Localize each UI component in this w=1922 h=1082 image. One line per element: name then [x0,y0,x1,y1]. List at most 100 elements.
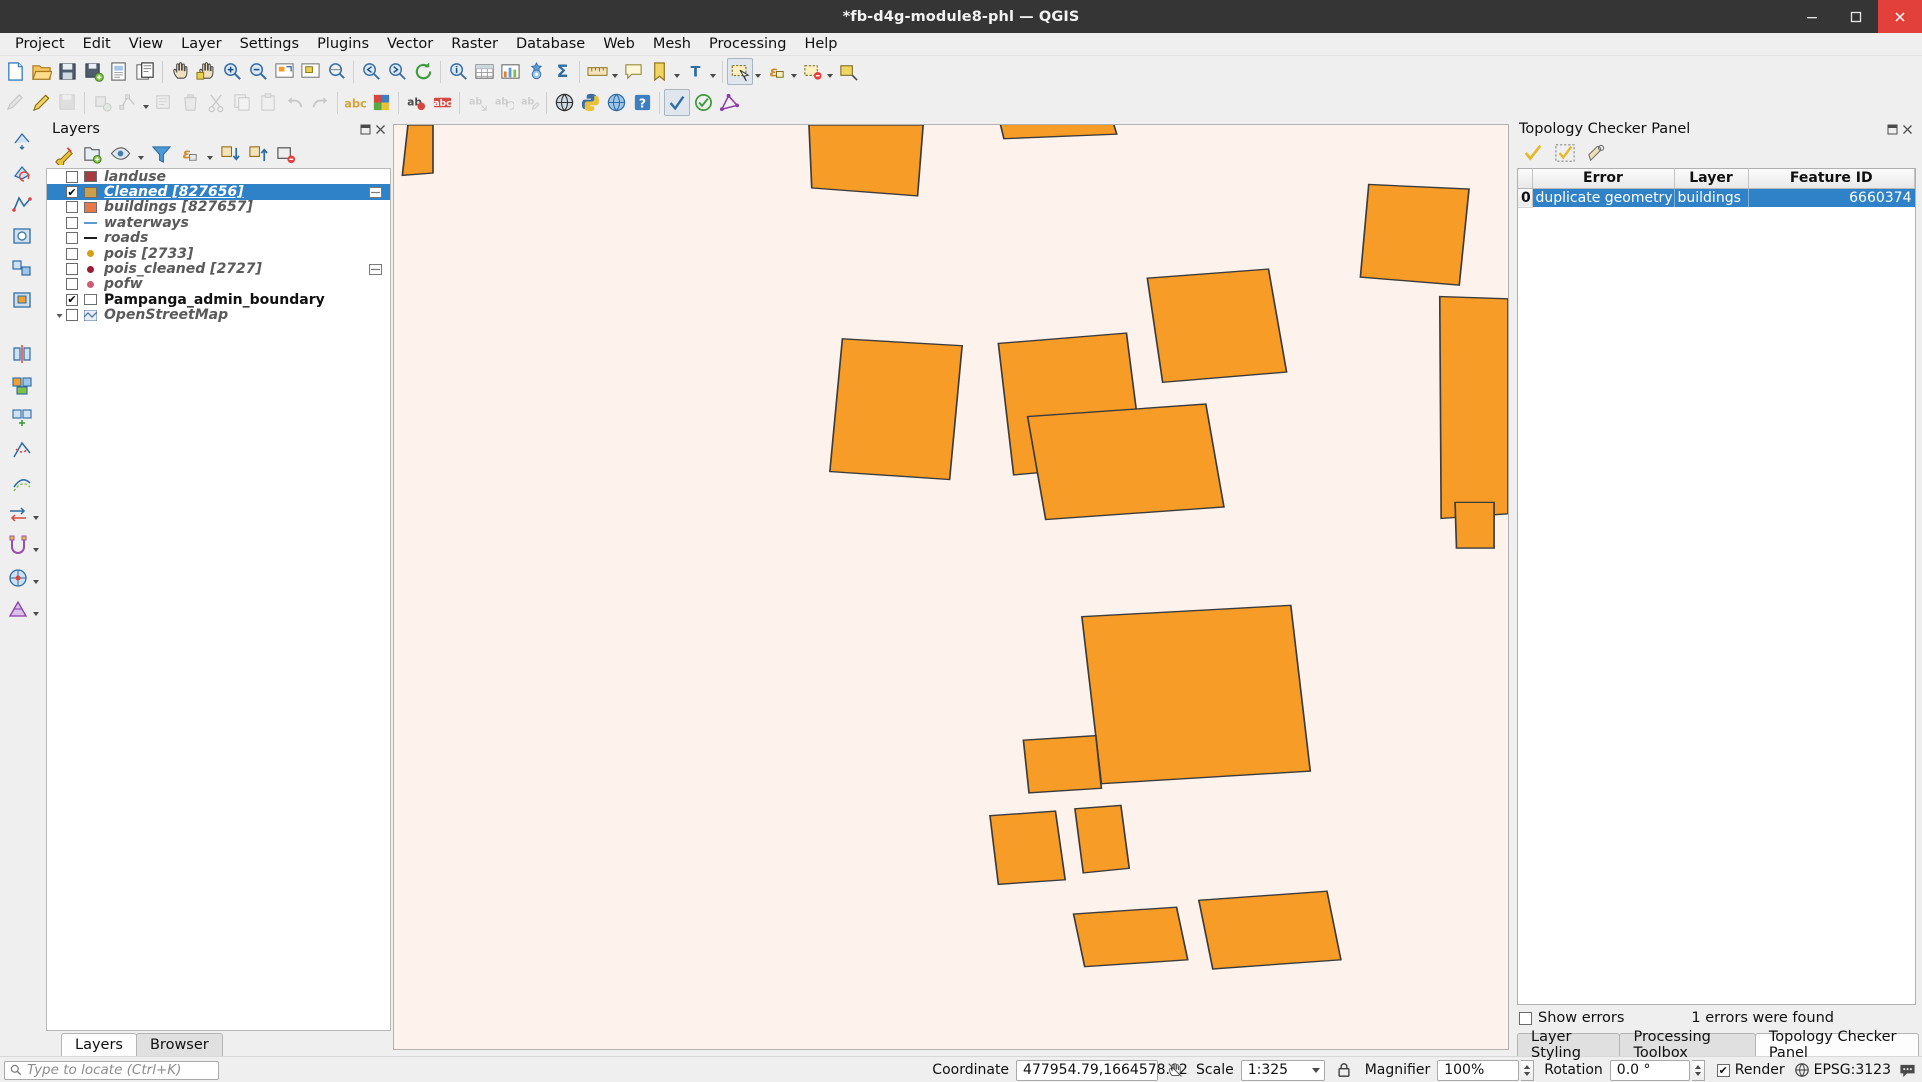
identify-features-icon[interactable]: i [445,58,471,85]
building-polygon[interactable] [1026,403,1225,521]
building-polygon[interactable] [1022,734,1103,794]
toggle-editing-icon[interactable] [28,89,54,116]
topology-checker-icon[interactable] [664,89,690,116]
tracing-dropdown-arrow[interactable] [32,564,41,592]
field-calculator-icon[interactable]: Σ [549,58,575,85]
building-polygon[interactable] [1080,604,1312,785]
messages-icon[interactable] [1899,1062,1916,1079]
measure-line-icon[interactable] [584,58,610,85]
expand-all-icon[interactable] [218,142,243,166]
snapping-options-icon[interactable] [4,532,32,560]
annotation-dropdown-arrow[interactable] [708,58,718,85]
menu-plugins[interactable]: Plugins [308,34,378,54]
show-errors-checkbox[interactable] [1519,1011,1532,1025]
save-layer-edits-icon[interactable] [54,89,80,116]
map-tips-icon[interactable] [620,58,646,85]
layer-visibility-checkbox[interactable] [66,170,78,183]
layer-visibility-checkbox[interactable] [66,201,78,214]
configure-icon[interactable] [1585,142,1609,164]
layer-row[interactable]: landuse [47,169,390,185]
zoom-in-icon[interactable] [219,58,245,85]
layer-row[interactable]: ✔ Pampanga_admin_boundary [47,292,390,308]
layer-visibility-checkbox[interactable] [66,247,78,260]
menu-settings[interactable]: Settings [231,34,308,54]
building-polygon[interactable] [401,125,434,177]
layer-row[interactable]: pofw [47,276,390,292]
menu-processing[interactable]: Processing [700,34,795,54]
text-annotation-icon[interactable]: T [682,58,708,85]
modify-attributes-icon[interactable] [151,89,177,116]
menu-edit[interactable]: Edit [74,34,120,54]
layers-tree[interactable]: landuse ✔ Cleaned [827656] buildings [82765… [46,168,391,1031]
maximize-button[interactable] [1834,0,1878,33]
layer-row[interactable]: waterways [47,215,390,231]
close-button[interactable] [1878,0,1922,33]
deselect-dropdown-arrow[interactable] [825,58,835,85]
layer-visibility-checkbox[interactable] [66,278,78,291]
rotation-field[interactable]: 0.0 ° [1609,1059,1690,1081]
layer-row[interactable]: pois_cleaned [2727] [47,261,390,277]
building-polygon[interactable] [808,125,924,197]
layer-visibility-checkbox[interactable]: ✔ [66,186,78,199]
offset-curve-icon[interactable] [8,468,36,496]
building-polygon[interactable] [1074,804,1131,874]
layer-visibility-checkbox[interactable] [66,216,78,229]
change-label-icon[interactable]: ab [516,89,542,116]
geometry-tools-icon[interactable] [716,89,742,116]
move-feature-icon[interactable] [8,126,36,154]
zoom-to-selection-icon[interactable] [297,58,323,85]
close-panel-icon[interactable] [1901,123,1914,136]
highlight-labels-icon[interactable]: abc [429,89,455,116]
validate-geometry-icon[interactable] [690,89,716,116]
bookmark-dropdown-arrow[interactable] [672,58,682,85]
vertex-dropdown-arrow[interactable] [141,89,151,116]
current-edits-icon[interactable] [2,89,28,116]
layer-row[interactable]: ✔ Cleaned [827656] [47,184,390,200]
select-by-expression-icon[interactable]: ε [763,58,789,85]
add-group-icon[interactable] [80,142,105,166]
paste-features-icon[interactable] [255,89,281,116]
table-row[interactable]: 0 duplicate geometry buildings 6660374 [1518,188,1915,208]
pin-labels-icon[interactable]: ab [403,89,429,116]
filter-legend-icon[interactable] [149,142,174,166]
zoom-to-layer-icon[interactable] [323,58,349,85]
delete-selected-icon[interactable] [177,89,203,116]
osm-download-icon[interactable] [551,89,577,116]
rotate-label-icon[interactable]: ab [490,89,516,116]
collapse-all-icon[interactable] [246,142,271,166]
column-header-error[interactable]: Error [1532,169,1675,189]
menu-mesh[interactable]: Mesh [644,34,700,54]
measure-dropdown-arrow[interactable] [610,58,620,85]
add-ring-icon[interactable] [8,222,36,250]
validate-extent-icon[interactable] [1553,142,1577,164]
building-polygon[interactable] [989,810,1067,886]
tab-layers[interactable]: Layers [61,1033,137,1056]
pan-map-icon[interactable] [167,58,193,85]
menu-view[interactable]: View [120,34,172,54]
building-polygon[interactable] [1359,183,1470,286]
add-polygon-feature-icon[interactable] [89,89,115,116]
locator-bar[interactable]: Type to locate (Ctrl+K) [4,1060,219,1080]
layer-visibility-checkbox[interactable] [66,263,78,276]
layout-manager-icon[interactable] [132,58,158,85]
undock-panel-icon[interactable] [1886,123,1899,136]
split-features-icon[interactable] [8,340,36,368]
map-canvas[interactable] [393,124,1509,1050]
crs-label[interactable]: EPSG:3123 [1814,1062,1891,1078]
map-themes-dropdown-arrow[interactable] [136,142,146,166]
rotation-stepper[interactable] [1691,1059,1705,1081]
reverse-line-dropdown-arrow[interactable] [32,500,41,528]
open-attribute-table-icon[interactable] [471,58,497,85]
menu-database[interactable]: Database [507,34,594,54]
tab-browser[interactable]: Browser [135,1033,223,1056]
reshape-features-icon[interactable] [8,436,36,464]
tab-layer-styling[interactable]: Layer Styling [1517,1029,1621,1061]
reverse-line-icon[interactable] [4,500,32,528]
snapping-dropdown-arrow[interactable] [32,532,41,560]
open-project-icon[interactable] [28,58,54,85]
validate-all-icon[interactable] [1521,142,1545,164]
column-header-feature-id[interactable]: Feature ID [1748,169,1915,189]
building-polygon[interactable] [828,338,964,481]
select-value-icon[interactable] [835,58,861,85]
topology-errors-table-wrap[interactable]: Error Layer Feature ID 0 duplicate geomet… [1517,168,1916,1005]
